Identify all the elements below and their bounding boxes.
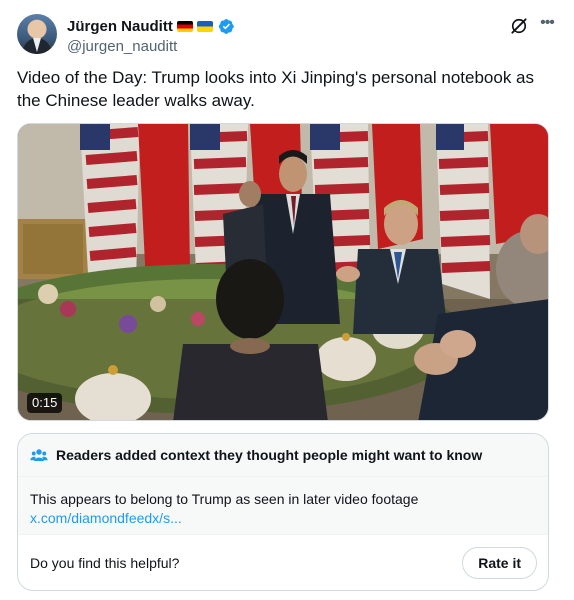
people-icon	[30, 449, 48, 461]
author-names: Jürgen Nauditt @jurgen_nauditt	[67, 16, 235, 55]
rate-it-button[interactable]: Rate it	[462, 546, 537, 579]
tweet: Jürgen Nauditt @jurgen_nauditt ••• Video…	[0, 0, 574, 600]
tweet-header: Jürgen Nauditt @jurgen_nauditt •••	[17, 14, 557, 56]
community-note-header: Readers added context they thought peopl…	[18, 434, 548, 477]
community-note-title: Readers added context they thought peopl…	[56, 447, 483, 463]
community-note-link[interactable]: x.com/diamondfeedx/s...	[30, 509, 536, 528]
ukraine-flag-icon	[196, 20, 213, 32]
avatar[interactable]	[17, 14, 57, 54]
handle[interactable]: @jurgen_nauditt	[67, 38, 235, 55]
germany-flag-icon	[176, 20, 193, 32]
more-icon[interactable]: •••	[537, 15, 557, 36]
community-note-footer: Do you find this helpful? Rate it	[18, 535, 548, 590]
video-player[interactable]	[17, 123, 549, 421]
verified-badge-icon[interactable]	[218, 18, 235, 35]
grok-icon[interactable]	[509, 16, 529, 36]
video-frame	[18, 124, 548, 420]
community-note-body: This appears to belong to Trump as seen …	[18, 477, 548, 535]
video-duration: 0:15	[27, 393, 63, 413]
community-note: Readers added context they thought peopl…	[17, 433, 549, 591]
helpful-question: Do you find this helpful?	[30, 554, 180, 571]
community-note-text: This appears to belong to Trump as seen …	[30, 491, 419, 507]
display-name[interactable]: Jürgen Nauditt	[67, 18, 173, 35]
tweet-text: Video of the Day: Trump looks into Xi Ji…	[17, 68, 535, 110]
name-row: Jürgen Nauditt	[67, 16, 235, 36]
